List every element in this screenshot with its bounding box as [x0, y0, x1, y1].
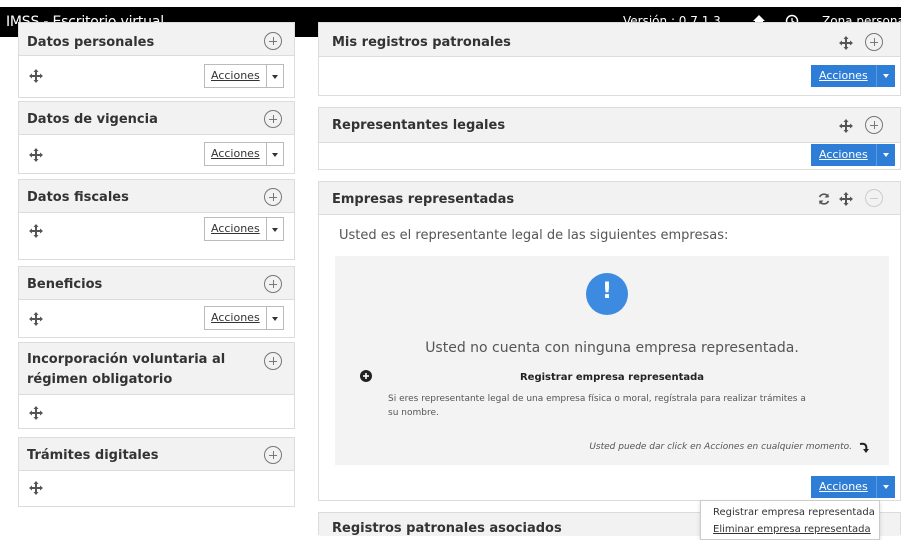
menu-item-registrar[interactable]: Registrar empresa representada [713, 507, 875, 518]
panel-title-line-1: Incorporación voluntaria al [27, 352, 226, 367]
panel-mis-registros-patronales: Mis registros patronales Acciones [318, 22, 901, 96]
chevron-down-icon[interactable] [267, 143, 283, 165]
move-icon[interactable] [29, 406, 43, 420]
panel-title: Mis registros patronales [332, 35, 511, 50]
expand-icon[interactable] [865, 33, 883, 51]
panel-incorporacion-voluntaria: Incorporación voluntaria al régimen obli… [18, 342, 295, 429]
move-icon[interactable] [839, 36, 853, 50]
acciones-dropdown[interactable]: Acciones [811, 65, 895, 87]
chevron-down-icon[interactable] [267, 65, 283, 87]
acciones-dropdown[interactable]: Acciones [204, 64, 284, 88]
menu-item-eliminar[interactable]: Eliminar empresa representada [713, 524, 871, 535]
panel-datos-personales: Datos personales Acciones [18, 22, 295, 98]
move-icon[interactable] [29, 69, 43, 83]
panel-beneficios: Beneficios Acciones [18, 266, 295, 338]
panel-tramites-digitales: Trámites digitales [18, 437, 295, 507]
empty-message: Usted no cuenta con ninguna empresa repr… [425, 340, 799, 356]
acciones-dropdown[interactable]: Acciones [811, 144, 895, 166]
move-icon[interactable] [29, 224, 43, 238]
acciones-menu: Registrar empresa representada Eliminar … [700, 500, 880, 540]
register-description-line-2: su nombre. [388, 408, 439, 418]
panel-datos-vigencia: Datos de vigencia Acciones [18, 101, 295, 174]
panel-title: Representantes legales [332, 118, 506, 133]
panel-title: Empresas representadas [332, 192, 515, 207]
panel-representantes-legales: Representantes legales Acciones [318, 107, 901, 170]
expand-icon[interactable] [264, 352, 282, 370]
chevron-down-icon[interactable] [877, 476, 895, 498]
panel-title: Beneficios [27, 277, 103, 292]
expand-icon[interactable] [865, 116, 883, 134]
expand-icon[interactable] [264, 188, 282, 206]
expand-icon[interactable] [264, 32, 282, 50]
move-icon[interactable] [29, 481, 43, 495]
chevron-down-icon[interactable] [267, 218, 283, 240]
alert-icon: ! [586, 273, 628, 315]
hint-text: Usted puede dar click en Acciones en cua… [589, 442, 852, 452]
acciones-dropdown[interactable]: Acciones [204, 142, 284, 166]
move-icon[interactable] [29, 148, 43, 162]
chevron-down-icon[interactable] [877, 144, 895, 166]
register-company-link[interactable]: Registrar empresa representada [335, 372, 889, 383]
expand-icon[interactable] [264, 110, 282, 128]
move-icon[interactable] [839, 192, 853, 206]
move-icon[interactable] [29, 312, 43, 326]
panel-title: Trámites digitales [27, 448, 159, 463]
acciones-dropdown[interactable]: Acciones [204, 306, 284, 330]
panel-title: Datos personales [27, 35, 155, 50]
acciones-dropdown[interactable]: Acciones [204, 217, 284, 241]
intro-text: Usted es el representante legal de las s… [339, 228, 729, 243]
chevron-down-icon[interactable] [267, 307, 283, 329]
chevron-down-icon[interactable] [877, 65, 895, 87]
acciones-dropdown[interactable]: Acciones [811, 476, 895, 498]
panel-title: Registros patronales asociados [332, 521, 562, 536]
expand-icon[interactable] [264, 446, 282, 464]
refresh-icon[interactable] [817, 192, 831, 206]
panel-title: Datos de vigencia [27, 112, 158, 127]
panel-datos-fiscales: Datos fiscales Acciones [18, 179, 295, 260]
register-description-line-1: Si eres representante legal de una empre… [388, 394, 806, 404]
curved-arrow-icon [859, 442, 869, 453]
panel-title-line-2: régimen obligatorio [27, 372, 173, 387]
collapse-icon[interactable] [865, 189, 883, 207]
move-icon[interactable] [839, 119, 853, 133]
expand-icon[interactable] [264, 275, 282, 293]
panel-title: Datos fiscales [27, 190, 129, 205]
